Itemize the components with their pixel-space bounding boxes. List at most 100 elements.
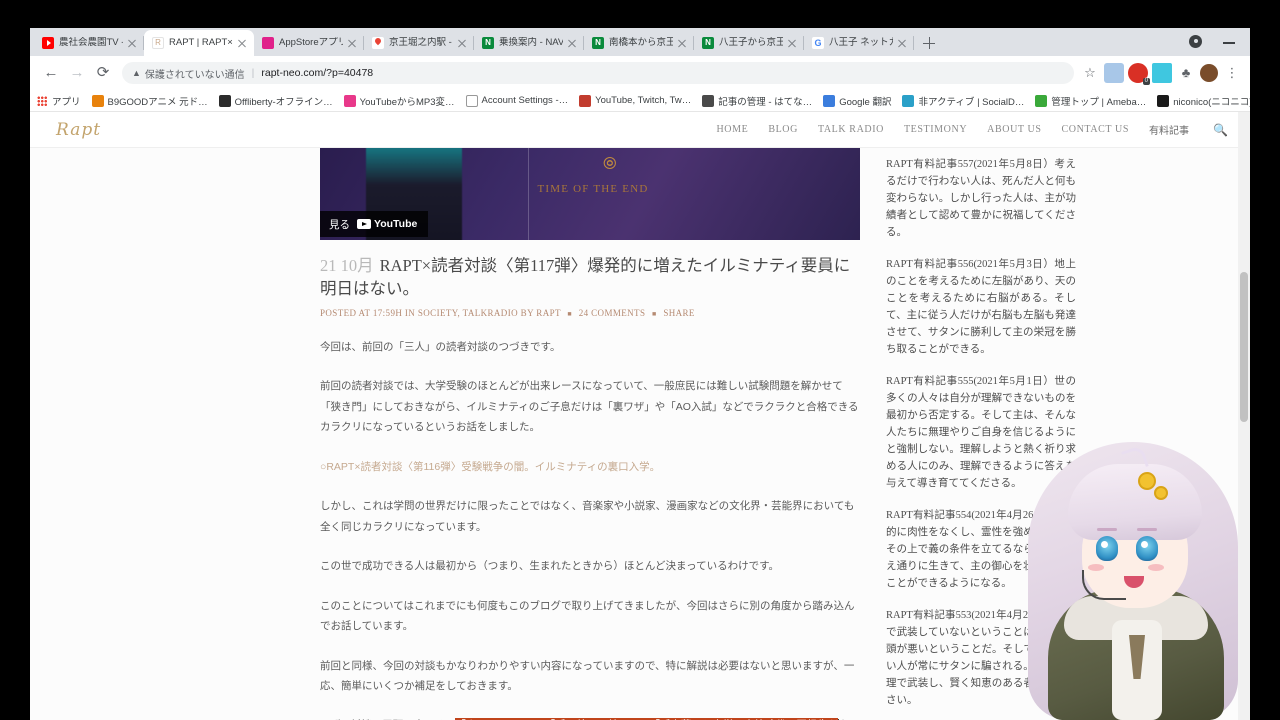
close-icon[interactable] (236, 37, 248, 49)
bookmark-item[interactable]: YouTubeからMP3変… (343, 94, 455, 108)
toolbar-icons: ☆ ♣ ⋮ (1080, 63, 1242, 85)
bullet-icon: ■ (567, 309, 573, 318)
bookmark-item[interactable]: Offliberty-オフライン… (218, 94, 333, 108)
browser-tab[interactable]: 八王子 ネットカフェ - Google (804, 30, 914, 56)
site-logo[interactable]: Rapt (56, 120, 101, 140)
tab-title: 農社会農園TV - YouTube (59, 37, 123, 48)
browser-tab[interactable]: 乗換案内 - NAVITIME (474, 30, 584, 56)
address-bar[interactable]: ▲ 保護されていない通信 | rapt-neo.com/?p=40478 (122, 62, 1074, 84)
bookmark-item[interactable]: 記事の管理 - はてな… (702, 94, 812, 108)
tab-title: AppStoreアプリ最新セールス… (279, 37, 343, 48)
post-share[interactable]: Share (663, 308, 695, 318)
page-content: ⦾ TIME OF THE END 見る YouTube 21 10月 RAPT… (30, 148, 1250, 720)
youtube-embed[interactable]: ⦾ TIME OF THE END 見る YouTube (320, 148, 860, 240)
hatena-icon (702, 94, 715, 107)
browser-tab-active[interactable]: RAPT | RAPT×読者対談〈第… (144, 30, 254, 56)
close-icon[interactable] (456, 37, 468, 49)
article-paragraph: この世で成功できる人は最初から（つまり、生まれたときから）ほとんど決まっているわ… (320, 560, 780, 573)
sidebar-item-article-554[interactable]: RAPT有料記事554(2021年4月26日）徹底的に肉性をなくし、霊性を強めな… (886, 507, 1076, 592)
nav-item-home[interactable]: HOME (716, 124, 748, 135)
puzzle-extensions-icon[interactable]: ♣ (1176, 63, 1196, 83)
browser-tab[interactable]: AppStoreアプリ最新セールス… (254, 30, 364, 56)
youtube-label: YouTube (374, 218, 418, 230)
sidebar-item-article-555[interactable]: RAPT有料記事555(2021年5月1日）世の多くの人々は自分が理解できないも… (886, 373, 1076, 492)
profile-avatar-icon[interactable] (1200, 64, 1218, 82)
article-paragraph-selected: まず、対談の冒頭に出てくる「ホリエモン」は、「孫正義」の弟である「孫泰蔵」と中学… (320, 715, 860, 720)
reload-icon[interactable]: ⟳ (90, 60, 116, 86)
tab-title: 乗換案内 - NAVITIME (499, 37, 563, 48)
article: ⦾ TIME OF THE END 見る YouTube 21 10月 RAPT… (320, 148, 860, 720)
nav-item-testimony[interactable]: TESTIMONY (904, 124, 967, 135)
sidebar-item-article-553[interactable]: RAPT有料記事553(2021年4月24日）真理で武装していないということは、… (886, 607, 1076, 709)
tab-title: RAPT | RAPT×読者対談〈第… (169, 37, 233, 48)
security-status-text: 保護されていない通信 (144, 69, 245, 81)
browser-tab[interactable]: 農社会農園TV - YouTube (34, 30, 144, 56)
forward-icon[interactable]: → (64, 60, 90, 86)
search-icon[interactable]: 🔍 (1213, 123, 1228, 137)
tab-title: 八王子 ネットカフェ - Google (829, 37, 893, 48)
sidebar-item-article-557[interactable]: RAPT有料記事557(2021年5月8日）考えるだけで行わない人は、死んだ人と… (886, 156, 1076, 241)
new-tab-button[interactable] (916, 30, 942, 56)
offliberty-icon (218, 94, 231, 107)
not-secure-warning-icon: ▲ (132, 68, 141, 78)
scrollbar-thumb[interactable] (1240, 272, 1248, 422)
socialdog-icon (902, 94, 915, 107)
post-categories[interactable]: Society, TalkRadio (418, 308, 518, 318)
browser-tab[interactable]: 八王子から京王堀之内まで… (694, 30, 804, 56)
bookmark-item[interactable]: niconico(ニコニコ) (1157, 94, 1250, 108)
bookmark-item[interactable]: Google 翻訳 (823, 94, 891, 108)
page-scrollbar[interactable] (1238, 112, 1250, 720)
extension-red-badge-icon[interactable] (1128, 63, 1150, 85)
bookmark-item[interactable]: アプリ (36, 94, 81, 108)
article-link-paragraph[interactable]: ○RAPT×読者対談〈第116弾〉受験戦争の闇。イルミナティの裏口入学。 (320, 457, 860, 477)
youtube-icon (42, 37, 54, 49)
close-icon[interactable] (346, 37, 358, 49)
bookmark-item[interactable]: 非アクティブ | SocialD… (902, 94, 1024, 108)
mp3-convert-icon (343, 94, 356, 107)
nav-item-about-us[interactable]: ABOUT US (987, 124, 1041, 135)
post-title-text: RAPT×読者対談〈第117弾〉爆発的に増えたイルミナティ要員に明日はない。 (320, 256, 851, 299)
extension-blue-icon[interactable] (1104, 63, 1124, 83)
chrome-menu-icon[interactable]: ⋮ (1222, 63, 1242, 83)
bookmark-star-icon[interactable]: ☆ (1080, 63, 1100, 83)
browser-window: 農社会農園TV - YouTube RAPT | RAPT×読者対談〈第… Ap… (30, 28, 1250, 720)
google-maps-icon (372, 37, 384, 49)
extension-teal-icon[interactable] (1152, 63, 1172, 83)
bookmark-item[interactable]: B9GOODアニメ 元ド… (91, 94, 208, 108)
niconico-icon (1157, 94, 1170, 107)
close-icon[interactable] (786, 37, 798, 49)
article-paragraph: しかし、これは学問の世界だけに限ったことではなく、音楽家や小説家、漫画家などの文… (320, 500, 855, 533)
browser-tab[interactable]: 京王堀之内駅 - Google マ… (364, 30, 474, 56)
minimize-button[interactable] (1212, 30, 1246, 54)
close-icon[interactable] (126, 37, 138, 49)
nav-item-contact-us[interactable]: CONTACT US (1062, 124, 1130, 135)
bookmark-item[interactable]: Account Settings -… (465, 94, 569, 107)
nav-item-talk-radio[interactable]: TALK RADIO (818, 124, 884, 135)
bookmark-label: 非アクティブ | SocialD… (918, 96, 1025, 108)
bookmark-item[interactable]: YouTube, Twitch, Tw… (579, 94, 691, 107)
url-text: rapt-neo.com/?p=40478 (261, 67, 374, 79)
back-icon[interactable]: ← (38, 60, 64, 86)
close-icon[interactable] (676, 37, 688, 49)
bookmark-label: Account Settings -… (481, 95, 569, 106)
close-icon[interactable] (566, 37, 578, 49)
nav-item-blog[interactable]: BLOG (768, 124, 798, 135)
youtube-play-icon (357, 219, 371, 229)
bookmark-label: アプリ (52, 96, 81, 108)
nav-item-paid-articles[interactable]: 有料記事 (1149, 122, 1189, 137)
close-icon[interactable] (896, 37, 908, 49)
tab-title: 南橋本から京王堀之内まで… (609, 37, 673, 48)
profile-avatar[interactable] (1178, 30, 1212, 54)
article-paragraph: このことについてはこれまでにも何度もこのブログで取り上げてきましたが、今回はさら… (320, 599, 855, 633)
bookmarks-bar: アプリ B9GOODアニメ 元ド… Offliberty-オフライン… YouT… (30, 90, 1250, 112)
watch-on-youtube-button[interactable]: 見る YouTube (320, 211, 429, 237)
browser-tab[interactable]: 南橋本から京王堀之内まで… (584, 30, 694, 56)
post-author[interactable]: rapt (536, 308, 560, 318)
bookmark-label: Google 翻訳 (839, 96, 892, 108)
post-comments[interactable]: 24 Comments (579, 308, 646, 318)
sidebar-item-article-556[interactable]: RAPT有料記事556(2021年5月3日）地上のことを考えるために左脳があり、… (886, 256, 1076, 358)
bookmark-label: 記事の管理 - はてな… (718, 96, 813, 108)
bookmark-item[interactable]: 管理トップ | Ameba… (1035, 94, 1146, 108)
account-settings-icon (465, 94, 478, 107)
video-overlay-title: TIME OF THE END (537, 183, 649, 195)
